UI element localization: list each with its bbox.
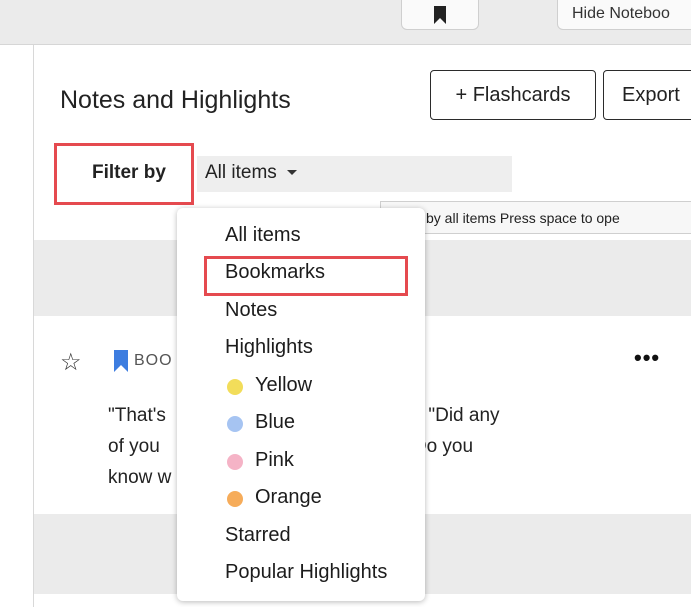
menu-item-starred[interactable]: Starred bbox=[225, 524, 291, 547]
bookmark-icon bbox=[434, 6, 446, 24]
menu-item-label: Orange bbox=[255, 486, 322, 508]
menu-item-blue[interactable]: Blue bbox=[227, 411, 295, 434]
menu-item-notes[interactable]: Notes bbox=[225, 299, 277, 322]
annotation-text-fragment: "That's bbox=[108, 405, 166, 426]
annotation-text-fragment: of you bbox=[108, 436, 160, 457]
flashcards-button[interactable]: + Flashcards bbox=[430, 70, 596, 120]
menu-item-popular-highlights[interactable]: Popular Highlights bbox=[225, 561, 387, 584]
pink-dot-icon bbox=[227, 454, 243, 470]
caret-down-icon bbox=[286, 170, 297, 176]
annotation-type-label: BOO bbox=[134, 352, 173, 369]
yellow-dot-icon bbox=[227, 379, 243, 395]
more-options-icon[interactable]: ••• bbox=[634, 345, 660, 371]
menu-item-label: Pink bbox=[255, 449, 294, 471]
menu-item-orange[interactable]: Orange bbox=[227, 486, 322, 509]
menu-item-label: Yellow bbox=[255, 374, 313, 396]
page-title: Notes and Highlights bbox=[60, 86, 291, 114]
filter-dropdown[interactable]: All items bbox=[197, 156, 512, 192]
orange-dot-icon bbox=[227, 491, 243, 507]
filter-selected-value: All items bbox=[205, 162, 277, 183]
filter-label: Filter by bbox=[92, 162, 166, 183]
bookmark-icon bbox=[114, 350, 128, 372]
top-toolbar: Hide Noteboo bbox=[0, 0, 691, 45]
menu-item-label: Blue bbox=[255, 411, 296, 433]
filter-tooltip: Filter by all items Press space to ope bbox=[380, 201, 691, 234]
annotation-text-fragment: know w bbox=[108, 467, 172, 488]
bookmarks-highlight bbox=[204, 256, 408, 296]
export-button[interactable]: Export bbox=[603, 70, 691, 120]
star-icon[interactable]: ☆ bbox=[60, 348, 82, 377]
menu-item-yellow[interactable]: Yellow bbox=[227, 374, 312, 397]
menu-item-highlights[interactable]: Highlights bbox=[225, 336, 313, 359]
hide-notebook-button[interactable]: Hide Noteboo bbox=[557, 0, 691, 30]
menu-item-all-items[interactable]: All items bbox=[225, 224, 301, 247]
bookmark-button[interactable] bbox=[401, 0, 479, 30]
menu-item-pink[interactable]: Pink bbox=[227, 449, 294, 472]
blue-dot-icon bbox=[227, 416, 243, 432]
